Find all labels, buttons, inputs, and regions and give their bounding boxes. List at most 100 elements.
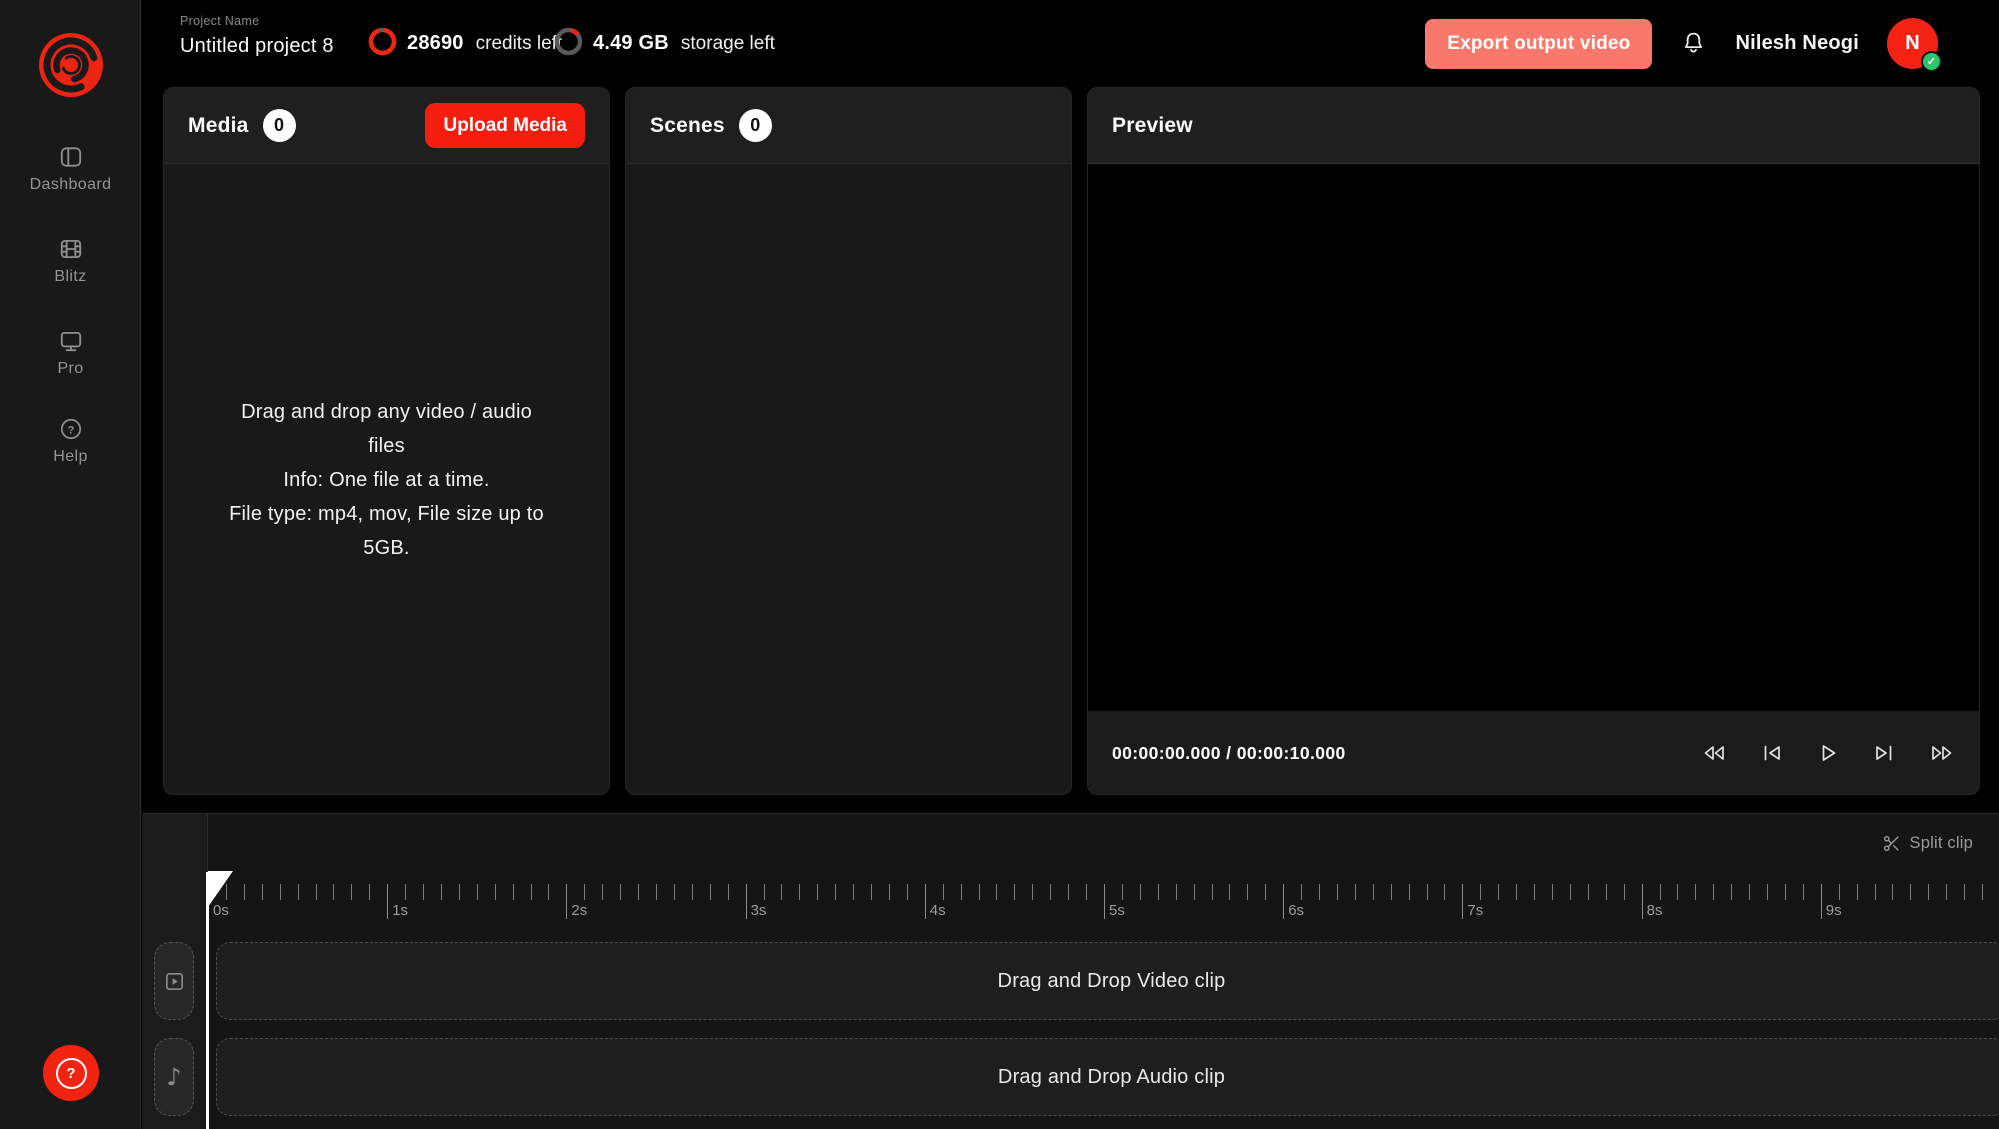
ruler-tick xyxy=(1624,884,1625,900)
ruler-tick xyxy=(1892,884,1893,900)
ruler-tick xyxy=(889,884,890,900)
ruler-tick xyxy=(1713,884,1714,900)
audio-track-dropzone[interactable]: Drag and Drop Audio clip xyxy=(216,1038,1999,1116)
video-track-placeholder: Drag and Drop Video clip xyxy=(998,970,1226,993)
transport-controls xyxy=(1701,742,1955,764)
scenes-count-badge: 0 xyxy=(739,109,772,142)
audio-track-head[interactable]: ♪ xyxy=(154,1038,194,1116)
ruler-tick xyxy=(1247,884,1248,900)
video-track-head[interactable] xyxy=(154,942,194,1020)
ruler-tick xyxy=(1498,884,1499,900)
ruler-label: 0s xyxy=(213,902,229,919)
dropzone-line: Drag and drop any video / audio files xyxy=(222,395,552,463)
ruler-tick xyxy=(1283,884,1284,919)
sidebar-item-dashboard[interactable]: Dashboard xyxy=(0,144,141,194)
ruler-tick xyxy=(1086,884,1087,900)
ruler-tick xyxy=(1785,884,1786,900)
ruler-label: 1s xyxy=(392,902,408,919)
ruler-label: 6s xyxy=(1288,902,1304,919)
sidebar-item-label: Pro xyxy=(57,360,83,378)
ruler-tick xyxy=(1731,884,1732,900)
video-editor-app: Dashboard Blitz xyxy=(0,0,1999,1129)
ruler-tick xyxy=(1857,884,1858,900)
preview-panel-header: Preview xyxy=(1088,88,1979,164)
ruler-tick xyxy=(961,884,962,900)
ruler-tick xyxy=(280,884,281,900)
dropzone-line: File type: mp4, mov, File size up to 5GB… xyxy=(222,497,552,565)
ruler-tick xyxy=(459,884,460,900)
ruler-tick xyxy=(1803,884,1804,900)
ruler-tick xyxy=(423,884,424,900)
ruler-tick xyxy=(996,884,997,900)
user-avatar[interactable]: N ✓ xyxy=(1887,18,1938,69)
ruler-tick xyxy=(1176,884,1177,900)
sidebar: Dashboard Blitz xyxy=(0,0,141,1129)
project-name-value[interactable]: Untitled project 8 xyxy=(180,35,334,58)
ruler-tick xyxy=(1516,884,1517,900)
ruler-tick xyxy=(1910,884,1911,900)
storage-ring-icon xyxy=(554,27,583,61)
ruler-tick xyxy=(764,884,765,900)
ruler-tick xyxy=(1050,884,1051,900)
ruler-tick xyxy=(226,884,227,900)
audio-track-placeholder: Drag and Drop Audio clip xyxy=(998,1066,1225,1089)
ruler-tick xyxy=(369,884,370,900)
ruler-tick xyxy=(1158,884,1159,900)
app-logo-icon[interactable] xyxy=(38,32,104,103)
ruler-tick xyxy=(316,884,317,900)
timeline-ruler[interactable]: 0s1s2s3s4s5s6s7s8s9s xyxy=(142,814,1999,939)
ruler-tick xyxy=(387,884,388,919)
ruler-label: 9s xyxy=(1826,902,1842,919)
upload-media-button[interactable]: Upload Media xyxy=(425,103,585,148)
svg-text:?: ? xyxy=(67,424,74,436)
preview-video-viewport[interactable] xyxy=(1088,164,1979,711)
ruler-tick xyxy=(746,884,747,919)
media-panel-title: Media xyxy=(188,114,249,138)
media-panel-header: Media 0 Upload Media xyxy=(164,88,609,164)
export-video-button[interactable]: Export output video xyxy=(1425,19,1652,69)
ruler-tick xyxy=(781,884,782,900)
media-dropzone-text: Drag and drop any video / audio files In… xyxy=(222,395,552,565)
ruler-tick xyxy=(1749,884,1750,900)
ruler-tick xyxy=(1444,884,1445,900)
video-track-dropzone[interactable]: Drag and Drop Video clip xyxy=(216,942,1999,1020)
project-name-block[interactable]: Project Name Untitled project 8 xyxy=(180,14,334,58)
ruler-tick xyxy=(1552,884,1553,900)
play-button[interactable] xyxy=(1817,742,1839,764)
ruler-tick xyxy=(1140,884,1141,900)
playhead-line[interactable] xyxy=(206,872,209,1129)
ruler-tick xyxy=(1194,884,1195,900)
question-icon: ? xyxy=(56,1058,87,1089)
skip-end-button[interactable] xyxy=(1873,743,1895,763)
ruler-tick xyxy=(566,884,567,919)
sidebar-item-label: Help xyxy=(53,448,88,466)
rewind-button[interactable] xyxy=(1701,743,1727,763)
scenes-empty-area xyxy=(626,164,1071,795)
ruler-tick xyxy=(1373,884,1374,900)
ruler-tick xyxy=(1982,884,1983,900)
top-header: Project Name Untitled project 8 28690 cr… xyxy=(142,0,1999,87)
media-dropzone[interactable]: Drag and drop any video / audio files In… xyxy=(164,164,609,795)
dashboard-icon xyxy=(58,144,84,170)
ruler-tick xyxy=(728,884,729,900)
ruler-tick xyxy=(351,884,352,900)
ruler-tick xyxy=(1839,884,1840,900)
ruler-tick xyxy=(1677,884,1678,900)
verified-check-icon: ✓ xyxy=(1921,51,1942,72)
skip-start-button[interactable] xyxy=(1761,743,1783,763)
sidebar-item-pro[interactable]: Pro xyxy=(0,328,141,378)
support-fab-button[interactable]: ? xyxy=(43,1045,99,1101)
ruler-tick xyxy=(817,884,818,900)
ruler-tick xyxy=(1875,884,1876,900)
fast-forward-button[interactable] xyxy=(1929,743,1955,763)
ruler-tick xyxy=(1014,884,1015,900)
ruler-tick xyxy=(692,884,693,900)
sidebar-item-help[interactable]: ? Help xyxy=(0,416,141,466)
sidebar-item-blitz[interactable]: Blitz xyxy=(0,236,141,286)
ruler-tick xyxy=(925,884,926,919)
dropzone-line: Info: One file at a time. xyxy=(222,463,552,497)
notifications-bell-icon[interactable] xyxy=(1680,30,1707,57)
video-clip-icon xyxy=(163,970,186,993)
ruler-tick xyxy=(907,884,908,900)
ruler-tick xyxy=(1964,884,1965,900)
